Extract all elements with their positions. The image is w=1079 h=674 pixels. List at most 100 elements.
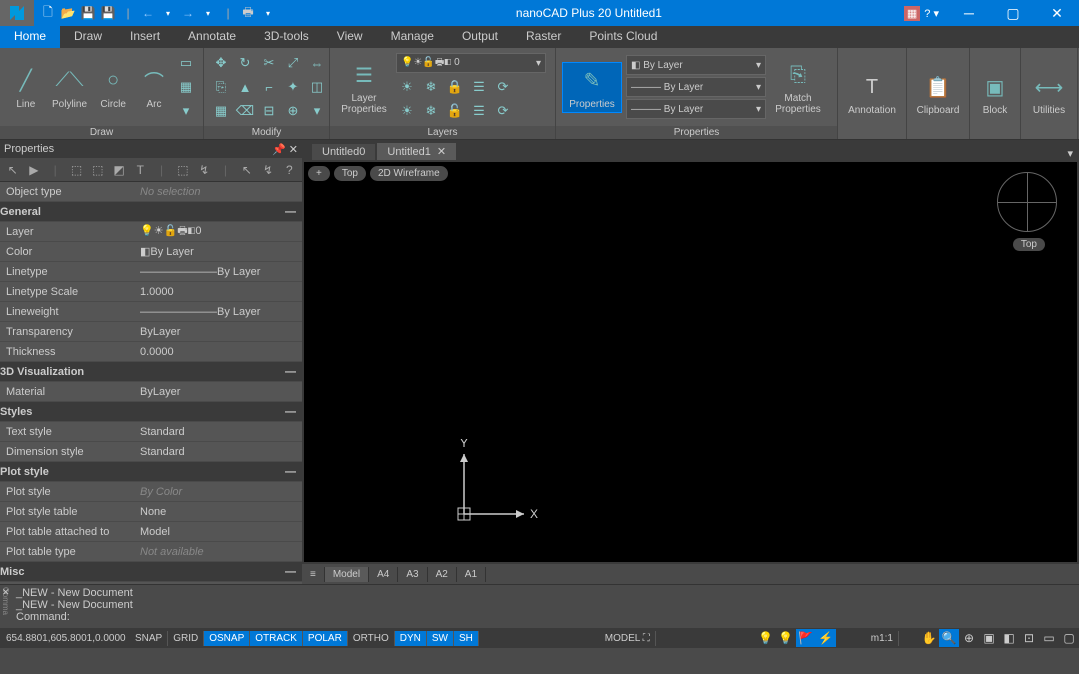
pt-icon[interactable]: ↯: [259, 161, 276, 179]
view-icon[interactable]: ▢: [1059, 629, 1079, 647]
move-icon[interactable]: ✥: [210, 52, 232, 74]
undo-icon[interactable]: ←: [140, 5, 156, 21]
annotation-button[interactable]: TAnnotation: [844, 69, 900, 118]
minimize-button[interactable]: ─: [947, 0, 991, 26]
tab-insert[interactable]: Insert: [116, 26, 174, 48]
collapse-icon[interactable]: —: [285, 566, 296, 578]
doc-tab-active[interactable]: Untitled1✕: [377, 143, 456, 160]
status-sw[interactable]: SW: [427, 631, 454, 646]
view-icon[interactable]: ▭: [1039, 629, 1059, 647]
tab-draw[interactable]: Draw: [60, 26, 116, 48]
view-icon[interactable]: ⊡: [1019, 629, 1039, 647]
command-line[interactable]: Comma _NEW - New Document _NEW - New Doc…: [0, 584, 1079, 628]
tab-manage[interactable]: Manage: [377, 26, 448, 48]
status-osnap[interactable]: OSNAP: [204, 631, 250, 646]
view-icon[interactable]: ◧: [999, 629, 1019, 647]
redo-drop-icon[interactable]: ▾: [200, 5, 216, 21]
linetype-dropdown[interactable]: ——— By Layer▾: [626, 77, 766, 97]
flag-icon[interactable]: 🚩: [796, 629, 816, 647]
close-tab-icon[interactable]: ✕: [437, 145, 446, 158]
status-polar[interactable]: POLAR: [303, 631, 348, 646]
zoom-icon[interactable]: 🔍: [939, 629, 959, 647]
collapse-icon[interactable]: —: [285, 366, 296, 378]
viewport-plus[interactable]: +: [308, 166, 330, 181]
view-icon[interactable]: ▣: [979, 629, 999, 647]
redo-icon[interactable]: →: [180, 5, 196, 21]
prop-dimension-style[interactable]: Dimension styleStandard: [0, 442, 302, 462]
tab-home[interactable]: Home: [0, 26, 60, 48]
save-icon[interactable]: 💾: [80, 5, 96, 21]
layer-tool-icon[interactable]: ⟳: [492, 76, 514, 98]
collapse-icon[interactable]: —: [285, 466, 296, 478]
maximize-button[interactable]: ▢: [991, 0, 1035, 26]
erase-icon[interactable]: ⌫: [234, 100, 256, 122]
status-otrack[interactable]: OTRACK: [250, 631, 303, 646]
light-icon[interactable]: 💡: [756, 629, 776, 647]
layer-tool-icon[interactable]: 🔓: [444, 100, 466, 122]
tab-raster[interactable]: Raster: [512, 26, 575, 48]
prop-transparency[interactable]: TransparencyByLayer: [0, 322, 302, 342]
collapse-icon[interactable]: —: [285, 406, 296, 418]
viewport-style[interactable]: 2D Wireframe: [370, 166, 448, 181]
viewport-top[interactable]: Top: [334, 166, 366, 181]
tab-annotate[interactable]: Annotate: [174, 26, 250, 48]
prop-plot-attached[interactable]: Plot table attached toModel: [0, 522, 302, 542]
tab-3d-tools[interactable]: 3D-tools: [250, 26, 323, 48]
compass-label[interactable]: Top: [1013, 238, 1045, 251]
cmd-close-icon[interactable]: ✕: [2, 587, 10, 598]
layer-tool-icon[interactable]: ⟳: [492, 100, 514, 122]
pt-icon[interactable]: T: [132, 161, 149, 179]
lineweight-dropdown[interactable]: ——— By Layer▾: [626, 99, 766, 119]
pt-icon[interactable]: ⬚: [89, 161, 106, 179]
scale-icon[interactable]: ⤢: [282, 52, 304, 74]
pt-help-icon[interactable]: ?: [281, 161, 298, 179]
pan-icon[interactable]: ✋: [919, 629, 939, 647]
pt-icon[interactable]: ◩: [110, 161, 127, 179]
mirror-icon[interactable]: ▲: [234, 76, 256, 98]
app-logo[interactable]: [0, 0, 34, 26]
rect-icon[interactable]: ▭: [175, 52, 197, 74]
print-drop-icon[interactable]: ▾: [260, 5, 276, 21]
line-button[interactable]: ╱Line: [6, 63, 46, 112]
arc-button[interactable]: ⌒Arc: [137, 63, 171, 112]
close-panel-icon[interactable]: ✕: [289, 144, 298, 156]
model-tab[interactable]: Model: [325, 567, 369, 582]
prop-color[interactable]: Color◧By Layer: [0, 242, 302, 262]
open-icon[interactable]: 📂: [60, 5, 76, 21]
prop-linetype-scale[interactable]: Linetype Scale1.0000: [0, 282, 302, 302]
prop-lineweight[interactable]: Lineweight———————By Layer: [0, 302, 302, 322]
match-properties-button[interactable]: ⎘Match Properties: [770, 57, 826, 117]
layout-tab[interactable]: A4: [369, 567, 398, 582]
polyline-button[interactable]: ⟋⟍Polyline: [50, 63, 90, 112]
hatch-icon[interactable]: ▦: [175, 76, 197, 98]
layout-tab[interactable]: A1: [457, 567, 486, 582]
collapse-icon[interactable]: —: [285, 206, 296, 218]
layer-tool-icon[interactable]: ☰: [468, 100, 490, 122]
scale-button[interactable]: m1:1: [866, 631, 899, 646]
trim-icon[interactable]: ✂: [258, 52, 280, 74]
properties-button[interactable]: ✎Properties: [562, 62, 622, 113]
pt-icon[interactable]: ↖: [238, 161, 255, 179]
prop-thickness[interactable]: Thickness0.0000: [0, 342, 302, 362]
array-icon[interactable]: ▦: [210, 100, 232, 122]
more-modify-icon[interactable]: ▾: [306, 100, 328, 122]
tab-points-cloud[interactable]: Points Cloud: [575, 26, 671, 48]
more-draw-icon[interactable]: ▾: [175, 100, 197, 122]
layer-tool-icon[interactable]: ☀: [396, 100, 418, 122]
color-dropdown[interactable]: ◧ By Layer▾: [626, 55, 766, 75]
layout-tab[interactable]: A3: [398, 567, 427, 582]
copy-icon[interactable]: ⎘: [210, 76, 232, 98]
offset-icon[interactable]: ◫: [306, 76, 328, 98]
clipboard-button[interactable]: 📋Clipboard: [913, 69, 963, 118]
saveall-icon[interactable]: 💾: [100, 5, 116, 21]
layer-dropdown[interactable]: 💡☀🔓🖶◧ 0▾: [396, 53, 546, 73]
tabs-dropdown-icon[interactable]: ▾: [1061, 147, 1079, 160]
fillet-icon[interactable]: ⌐: [258, 76, 280, 98]
layer-properties-button[interactable]: ☰Layer Properties: [336, 57, 392, 117]
prop-layer[interactable]: Layer💡☀🔓🖶◧0: [0, 222, 302, 242]
utilities-button[interactable]: ⟷Utilities: [1027, 69, 1071, 118]
pt-icon[interactable]: ▶: [25, 161, 42, 179]
layer-tool-icon[interactable]: 🔒: [444, 76, 466, 98]
print-icon[interactable]: 🖶: [240, 5, 256, 21]
prop-material[interactable]: MaterialByLayer: [0, 382, 302, 402]
